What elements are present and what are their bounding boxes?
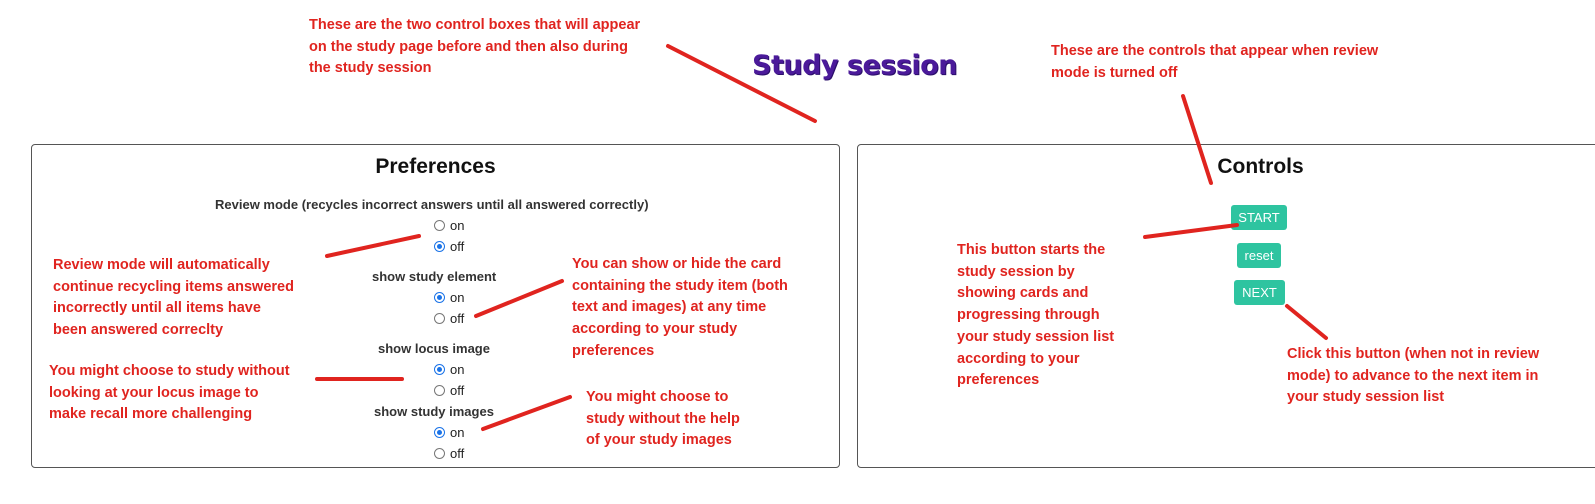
- note-line: according to your study: [572, 321, 738, 338]
- note-line: mode) to advance to the next item in: [1287, 367, 1539, 384]
- note-start-button: This button starts the study session by …: [957, 240, 1114, 392]
- note-line: containing the study item (both: [572, 277, 788, 294]
- note-line: Review mode will automatically: [53, 257, 270, 273]
- note-line: progressing through: [957, 307, 1100, 324]
- note-line: continue recycling items answered: [53, 278, 294, 295]
- arrow-review-off-controls: [1181, 94, 1213, 185]
- arrow-study-images: [481, 395, 572, 431]
- note-line: incorrectly until all items have: [53, 300, 261, 317]
- note-line: your study session list: [957, 328, 1115, 345]
- note-line: showing cards and: [957, 285, 1089, 302]
- note-line: make recall more challenging: [49, 406, 253, 423]
- note-line: your study session list: [1287, 389, 1445, 406]
- note-line: These are the controls that appear when …: [1051, 43, 1379, 59]
- note-line: You might choose to: [586, 389, 729, 405]
- note-study-images: You might choose to study without the he…: [586, 387, 740, 452]
- note-review-mode: Review mode will automatically continue …: [53, 255, 294, 342]
- note-review-off-controls: These are the controls that appear when …: [1051, 41, 1378, 84]
- note-line: You can show or hide the card: [572, 256, 782, 272]
- note-line: preferences: [572, 342, 655, 359]
- note-line: been answered correclty: [53, 322, 224, 339]
- note-line: text and images) at any time: [572, 299, 767, 316]
- note-line: of your study images: [586, 432, 732, 449]
- note-line: You might choose to study without: [49, 363, 290, 379]
- arrow-start-button: [1143, 223, 1239, 239]
- arrow-next-button: [1285, 304, 1328, 340]
- arrow-review-mode: [325, 234, 421, 258]
- note-line: on the study page before and then also d…: [309, 38, 629, 55]
- note-line: the study session: [309, 60, 432, 77]
- note-line: preferences: [957, 372, 1040, 389]
- arrow-show-card: [474, 279, 564, 318]
- note-line: Click this button (when not in review: [1287, 346, 1540, 362]
- note-locus: You might choose to study without lookin…: [49, 361, 290, 426]
- note-show-card: You can show or hide the card containing…: [572, 254, 788, 363]
- note-line: according to your: [957, 350, 1080, 367]
- note-control-boxes: These are the two control boxes that wil…: [309, 15, 640, 80]
- note-line: looking at your locus image to: [49, 384, 259, 401]
- arrow-control-boxes: [666, 44, 817, 123]
- note-line: These are the two control boxes that wil…: [309, 17, 641, 33]
- note-line: mode is turned off: [1051, 64, 1178, 81]
- note-line: study session by: [957, 263, 1075, 280]
- note-next-button: Click this button (when not in review mo…: [1287, 344, 1539, 409]
- note-line: study without the help: [586, 410, 740, 427]
- note-line: This button starts the: [957, 242, 1106, 258]
